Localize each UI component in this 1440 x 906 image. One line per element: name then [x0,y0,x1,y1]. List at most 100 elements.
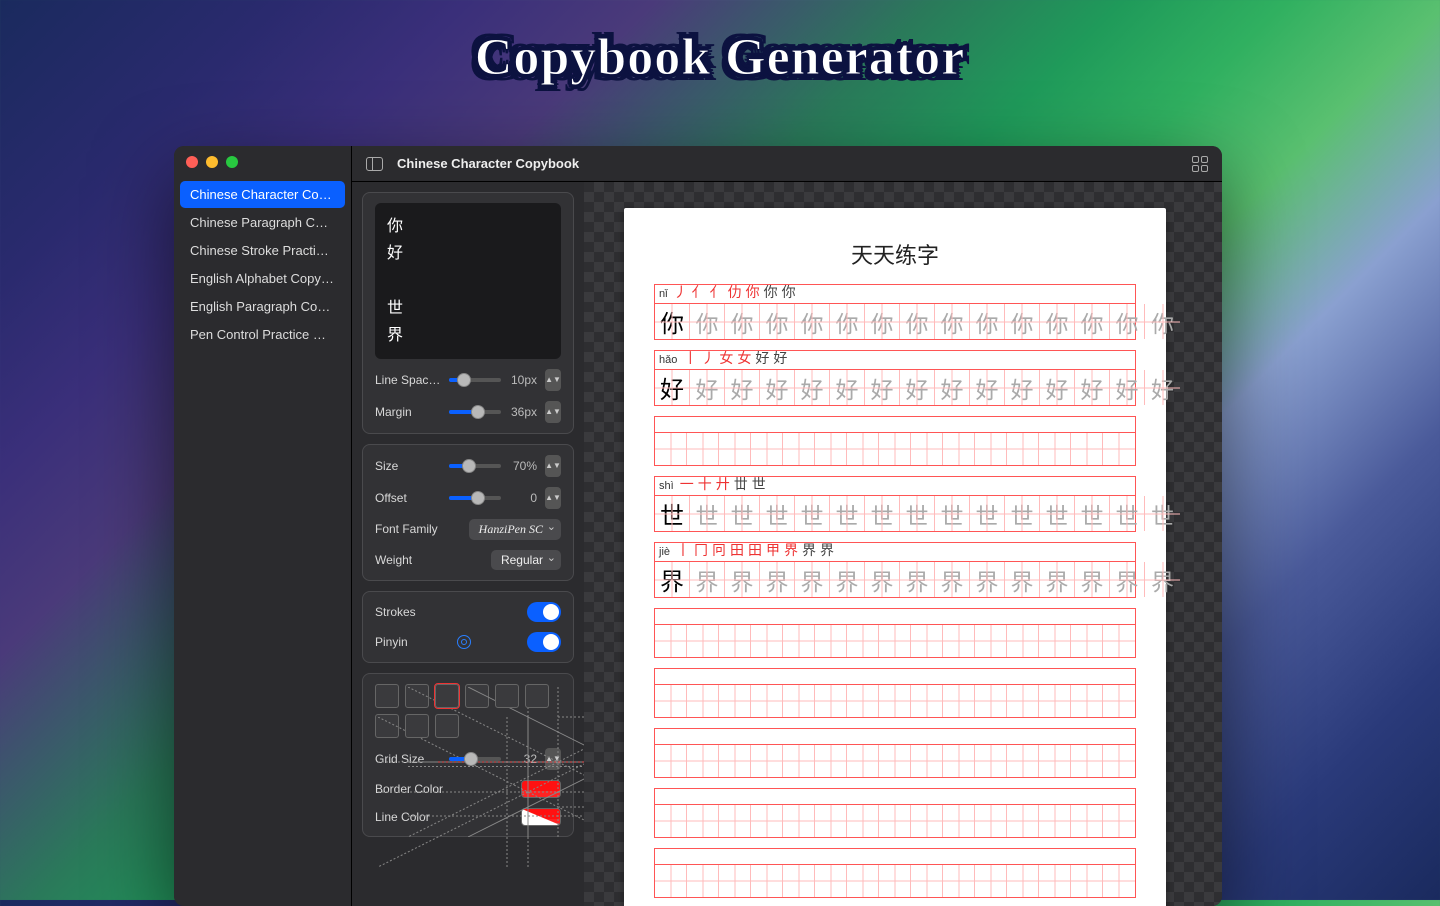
practice-row: jiè丨冂冋田田甲界界界界界界界界界界界界界界界界界界 [654,542,1136,598]
weight-select[interactable]: Regular [491,550,561,570]
grid-cell: 界 [655,562,690,597]
grid-cell: 世 [1005,496,1040,531]
cell-row [654,624,1136,658]
grid-cell [911,433,943,465]
line-spacing-stepper[interactable]: ▲▼ [545,369,561,391]
grid-view-icon[interactable] [1192,156,1208,172]
sidebar-item-5[interactable]: Pen Control Practice C… [180,321,345,348]
grid-cell [719,745,751,777]
grid-cell [847,865,879,897]
grid-cell: 界 [1145,562,1180,597]
page-title: Chinese Character Copybook [397,156,579,171]
grid-cell [1039,433,1071,465]
sidebar-item-1[interactable]: Chinese Paragraph Cop… [180,209,345,236]
offset-stepper[interactable]: ▲▼ [545,487,561,509]
grid-cell [1103,745,1135,777]
sidebar-item-2[interactable]: Chinese Stroke Practic… [180,237,345,264]
grid-cell: 好 [655,370,690,405]
grid-cell [687,685,719,717]
grid-cell [847,805,879,837]
grid-cell: 好 [1110,370,1145,405]
grid-size-slider[interactable] [449,757,501,761]
grid-cell: 世 [900,496,935,531]
line-spacing-slider[interactable] [449,378,501,382]
line-spacing-label: Line Spaci… [375,373,441,387]
grid-cell [815,745,847,777]
grid-option-9[interactable] [435,714,459,738]
grid-cell [1007,805,1039,837]
grid-cell [719,865,751,897]
grid-cell [783,745,815,777]
grid-cell [1071,625,1103,657]
grid-cell: 界 [760,562,795,597]
grid-cell [719,805,751,837]
window-controls[interactable] [174,156,351,180]
toggle-sidebar-icon[interactable] [366,157,383,171]
grid-cell: 好 [795,370,830,405]
grid-cell [783,685,815,717]
grid-cell [815,625,847,657]
grid-cell [1071,805,1103,837]
grid-cell [1039,685,1071,717]
grid-cell [1039,865,1071,897]
grid-cell [687,745,719,777]
grid-cell [847,745,879,777]
size-slider[interactable] [449,464,501,468]
pinyin-settings-icon[interactable] [457,635,471,649]
characters-input[interactable]: 你 好 世 界 [375,203,561,359]
sidebar-item-3[interactable]: English Alphabet Copyb… [180,265,345,292]
size-stepper[interactable]: ▲▼ [545,455,561,477]
close-icon[interactable] [186,156,198,168]
margin-value: 36px [509,405,537,419]
preview-canvas[interactable]: 天天练字 nǐ丿亻亻仂你你你你你你你你你你你你你你你你你你hǎo丨丿女女好好好好… [584,182,1222,906]
pinyin-toggle[interactable] [527,632,561,652]
practice-row [654,788,1136,838]
grid-cell: 世 [1110,496,1145,531]
grid-cell [911,865,943,897]
font-family-select[interactable]: HanziPen SC [469,519,561,540]
grid-option-5[interactable] [495,684,519,708]
pinyin-row: hǎo丨丿女女好好 [654,350,1136,369]
grid-cell [1103,433,1135,465]
grid-cell [975,433,1007,465]
offset-slider[interactable] [449,496,501,500]
grid-cell: 好 [1040,370,1075,405]
grid-cell: 好 [1075,370,1110,405]
margin-stepper[interactable]: ▲▼ [545,401,561,423]
grid-cell [751,685,783,717]
grid-cell: 你 [900,304,935,339]
grid-cell [655,433,687,465]
grid-cell [1071,685,1103,717]
margin-slider[interactable] [449,410,501,414]
grid-cell [751,865,783,897]
grid-style-options [375,684,561,738]
grid-cell [687,805,719,837]
grid-cell: 好 [865,370,900,405]
grid-cell: 你 [830,304,865,339]
grid-option-6[interactable] [525,684,549,708]
grid-cell: 世 [1145,496,1180,531]
grid-option-4[interactable] [465,684,489,708]
grid-cell: 世 [760,496,795,531]
grid-option-7[interactable] [375,714,399,738]
grid-option-1[interactable] [375,684,399,708]
practice-row [654,608,1136,658]
sidebar-item-0[interactable]: Chinese Character Cop… [180,181,345,208]
zoom-icon[interactable] [226,156,238,168]
grid-cell [975,865,1007,897]
sidebar-item-4[interactable]: English Paragraph Copy… [180,293,345,320]
pinyin-row [654,728,1136,744]
pinyin-label: Pinyin [375,635,408,649]
grid-cell [943,745,975,777]
pinyin-row: shì一十廾丗世 [654,476,1136,495]
minimize-icon[interactable] [206,156,218,168]
grid-cell: 世 [725,496,760,531]
grid-cell: 好 [760,370,795,405]
grid-cell: 你 [935,304,970,339]
strokes-toggle[interactable] [527,602,561,622]
grid-option-3[interactable] [435,684,459,708]
grid-cell: 你 [1005,304,1040,339]
grid-option-8[interactable] [405,714,429,738]
grid-cell [783,625,815,657]
grid-option-2[interactable] [405,684,429,708]
